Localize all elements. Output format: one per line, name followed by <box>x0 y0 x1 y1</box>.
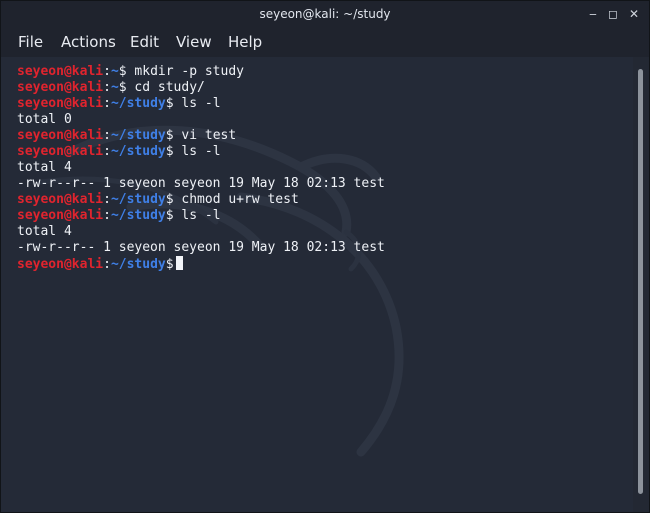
terminal-line: seyeon@kali:~/study$ vi test <box>17 128 237 143</box>
minimize-icon[interactable]: ‒ <box>585 6 601 22</box>
terminal-line: seyeon@kali:~/study$ chmod u+rw test <box>17 192 299 207</box>
menu-bar: File Actions Edit View Help <box>1 29 649 57</box>
vertical-scrollbar[interactable] <box>633 57 649 512</box>
terminal-line: total 0 <box>17 112 72 127</box>
scrollbar-thumb[interactable] <box>638 69 643 494</box>
menu-help[interactable]: Help <box>228 33 262 51</box>
terminal-line: total 4 <box>17 160 72 175</box>
terminal-line: seyeon@kali:~/study$ <box>17 256 385 272</box>
terminal-line: seyeon@kali:~/study$ ls -l <box>17 208 221 223</box>
terminal-line: seyeon@kali:~$ mkdir -p study <box>17 64 244 79</box>
terminal-line: -rw-r--r-- 1 seyeon seyeon 19 May 18 02:… <box>17 176 385 191</box>
window-title: seyeon@kali: ~/study <box>259 7 391 21</box>
menu-actions[interactable]: Actions <box>61 33 116 51</box>
menu-view[interactable]: View <box>176 33 212 51</box>
close-icon[interactable]: ✕ <box>626 6 642 22</box>
title-bar[interactable]: seyeon@kali: ~/study ‒ ◻ ✕ <box>1 1 649 29</box>
terminal-line: -rw-r--r-- 1 seyeon seyeon 19 May 18 02:… <box>17 240 385 255</box>
menu-file[interactable]: File <box>18 33 43 51</box>
terminal-line: seyeon@kali:~/study$ ls -l <box>17 96 221 111</box>
terminal-output: seyeon@kali:~$ mkdir -p study seyeon@kal… <box>17 64 385 272</box>
menu-edit[interactable]: Edit <box>130 33 159 51</box>
terminal-line: seyeon@kali:~/study$ ls -l <box>17 144 221 159</box>
terminal-window: seyeon@kali: ~/study ‒ ◻ ✕ File Actions … <box>0 0 650 513</box>
terminal-line: total 4 <box>17 224 72 239</box>
terminal-line: seyeon@kali:~$ cd study/ <box>17 80 205 95</box>
terminal-area[interactable]: seyeon@kali:~$ mkdir -p study seyeon@kal… <box>1 57 633 512</box>
text-cursor <box>175 256 183 270</box>
maximize-icon[interactable]: ◻ <box>605 6 621 22</box>
